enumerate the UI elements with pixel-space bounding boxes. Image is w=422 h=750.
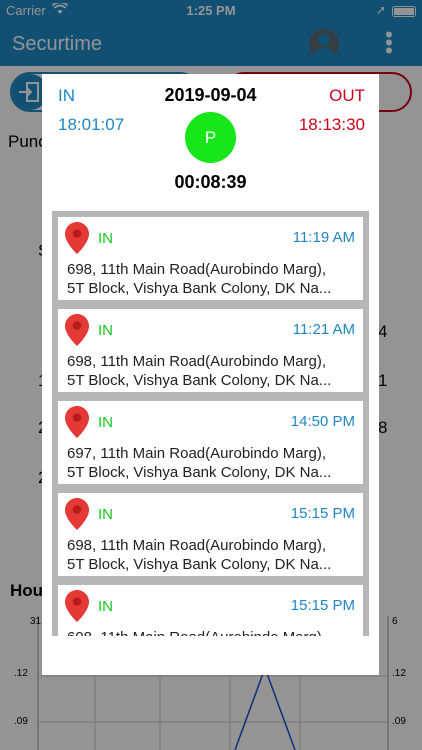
in-time: 18:01:07 — [58, 115, 125, 134]
entry-time: 11:21 AM — [292, 321, 355, 338]
map-pin-icon — [65, 314, 89, 346]
map-pin-icon — [65, 406, 89, 438]
entry-direction: IN — [98, 414, 113, 431]
punch-entry-card[interactable]: IN 15:15 PM 698, 11th Main Road(Aurobind… — [58, 585, 363, 636]
entry-time: 15:15 PM — [290, 505, 355, 522]
entry-address: 698, 11th Main Road(Aurobindo Marg), 5T B… — [67, 261, 332, 297]
entry-address: 698, 11th Main Road(Aurobindo Marg), — [67, 628, 357, 636]
entry-address: 698, 11th Main Road(Aurobindo Marg), 5T B… — [67, 537, 332, 573]
punch-entry-card[interactable]: IN 15:15 PM 698, 11th Main Road(Aurobind… — [58, 493, 363, 576]
entry-time: 14:50 PM — [290, 413, 355, 430]
map-pin-icon — [65, 222, 89, 254]
entry-address: 697, 11th Main Road(Aurobindo Marg), 5T B… — [67, 445, 332, 481]
status-badge: P — [185, 112, 236, 163]
entry-direction: IN — [98, 598, 113, 615]
total-duration: 00:08:39 — [174, 172, 247, 192]
entry-time: 11:19 AM — [292, 229, 355, 246]
entry-direction: IN — [98, 322, 113, 339]
punch-entry-card[interactable]: IN 11:19 AM 698, 11th Main Road(Aurobind… — [58, 217, 363, 300]
punch-entry-card[interactable]: IN 11:21 AM 698, 11th Main Road(Aurobind… — [58, 309, 363, 392]
map-pin-icon — [65, 590, 89, 622]
attendance-detail-dialog: IN 2019-09-04 OUT 18:01:07 P 18:13:30 00… — [42, 74, 379, 675]
punch-entry-card[interactable]: IN 14:50 PM 697, 11th Main Road(Aurobind… — [58, 401, 363, 484]
out-label: OUT — [329, 86, 365, 105]
entry-direction: IN — [98, 230, 113, 247]
punch-entry-list[interactable]: IN 11:19 AM 698, 11th Main Road(Aurobind… — [52, 211, 369, 636]
out-time: 18:13:30 — [298, 115, 365, 134]
entry-address: 698, 11th Main Road(Aurobindo Marg), 5T B… — [67, 353, 332, 389]
map-pin-icon — [65, 498, 89, 530]
entry-direction: IN — [98, 506, 113, 523]
entry-time: 15:15 PM — [290, 597, 355, 614]
